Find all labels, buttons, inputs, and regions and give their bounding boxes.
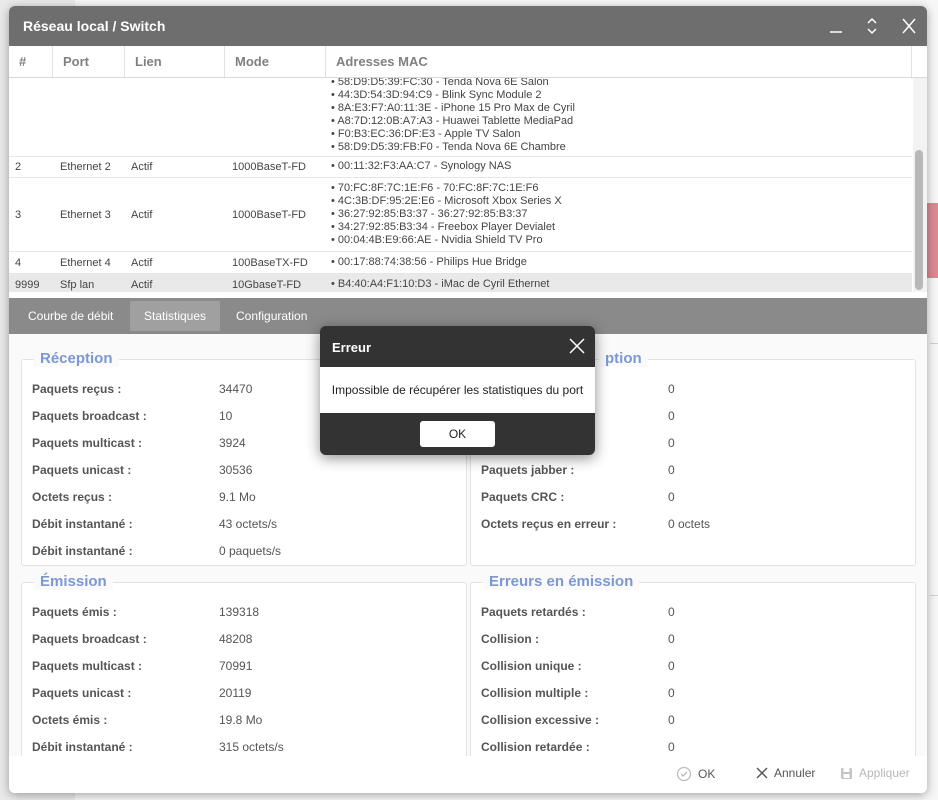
close-icon[interactable] — [569, 338, 585, 357]
close-icon — [756, 767, 768, 779]
table-row[interactable]: 4 Ethernet 4 Actif 100BaseTX-FD • 00:17:… — [9, 252, 912, 274]
error-dialog-title: Erreur — [332, 340, 372, 355]
cell-link: Actif — [131, 256, 153, 269]
table-header: # Port Lien Mode Adresses MAC — [9, 46, 927, 78]
cell-number: 4 — [15, 256, 22, 269]
cell-link: Actif — [131, 160, 153, 173]
stat-row: Collision :0 — [481, 632, 675, 646]
cell-number: 2 — [15, 160, 22, 173]
column-header-link[interactable]: Lien — [125, 46, 225, 77]
tab-configuration[interactable]: Configuration — [222, 301, 321, 331]
cell-port: Sfp lan — [60, 278, 95, 291]
emission-section: Émission Paquets émis :139318 Paquets br… — [21, 573, 467, 756]
cell-link: Actif — [131, 208, 153, 221]
save-icon — [841, 767, 852, 779]
column-header-port[interactable]: Port — [53, 46, 125, 77]
mac-entry: • 4C:3B:DF:95:2E:E6 - Microsoft Xbox Ser… — [331, 195, 562, 207]
emission-errors-title: Erreurs en émission — [483, 573, 640, 590]
mac-entry: • 70:FC:8F:7C:1E:F6 - 70:FC:8F:7C:1E:F6 — [331, 182, 539, 194]
apply-button[interactable]: Appliquer — [840, 766, 910, 780]
cancel-button-label: Annuler — [774, 766, 816, 780]
cell-mode: 1000BaseT-FD — [232, 160, 306, 173]
error-dialog-ok-button[interactable]: OK — [420, 421, 495, 447]
error-dialog-message: Impossible de récupérer les statistiques… — [320, 367, 595, 413]
cell-mode: 1000BaseT-FD — [232, 208, 306, 221]
emission-title: Émission — [34, 573, 113, 590]
background-accent — [926, 203, 938, 278]
stat-row: Collision excessive :0 — [481, 713, 675, 727]
background-divider — [930, 595, 938, 596]
mac-entry: • B4:40:A4:F1:10:D3 - iMac de Cyril Ethe… — [331, 278, 550, 290]
mac-entry: • 00:11:32:F3:AA:C7 - Synology NAS — [331, 160, 512, 172]
table-scrollbar-thumb[interactable] — [915, 150, 923, 290]
stat-row: Paquets retardés :0 — [481, 605, 675, 619]
stat-row: Paquets unicast :20119 — [32, 686, 252, 700]
mac-entry: • 58:D9:D5:39:FB:F0 - Tenda Nova 6E Cham… — [331, 141, 566, 153]
background-divider — [930, 343, 938, 344]
window-titlebar[interactable]: Réseau local / Switch — [9, 6, 927, 46]
check-circle-icon — [676, 766, 692, 782]
cell-link: Actif — [131, 278, 153, 291]
apply-button-label: Appliquer — [859, 766, 910, 780]
reception-title: Réception — [34, 350, 119, 367]
column-header-mode[interactable]: Mode — [225, 46, 326, 77]
mac-entry: • F0:B3:EC:36:DF:E3 - Apple TV Salon — [331, 128, 521, 140]
cell-port: Ethernet 3 — [60, 208, 111, 221]
tab-statistiques[interactable]: Statistiques — [130, 301, 221, 331]
mac-entry: • 00:04:4B:E9:66:AE - Nvidia Shield TV P… — [331, 234, 543, 246]
table-row-selected[interactable]: 9999 Sfp lan Actif 10GbaseT-FD • B4:40:A… — [9, 274, 912, 292]
tab-courbe-de-debit[interactable]: Courbe de débit — [14, 301, 127, 331]
stat-row: Octets reçus en erreur :0 octets — [481, 517, 711, 531]
close-icon[interactable] — [899, 16, 919, 36]
mac-entry: • 00:17:88:74:38:56 - Philips Hue Bridge — [331, 256, 527, 268]
table-row[interactable]: 2 Ethernet 2 Actif 1000BaseT-FD • 00:11:… — [9, 156, 912, 178]
stat-row: Paquets multicast :70991 — [32, 659, 253, 673]
window-footer: OK Annuler Appliquer — [9, 756, 927, 793]
ports-table-body: • 58:D9:D5:39:FC:30 - Tenda Nova 6E Salo… — [9, 78, 912, 292]
stat-row: Collision multiple :0 — [481, 686, 675, 700]
mac-entry: • 44:3D:54:3D:94:C9 - Blink Sync Module … — [331, 89, 542, 101]
stat-row: Octets reçus :9.1 Mo — [32, 490, 256, 504]
column-header-mac[interactable]: Adresses MAC — [326, 46, 912, 77]
mac-list: • 00:17:88:74:38:56 - Philips Hue Bridge — [331, 252, 527, 273]
mac-entry: • 58:D9:D5:39:FC:30 - Tenda Nova 6E Salo… — [331, 78, 549, 88]
ok-button[interactable]: OK — [676, 766, 715, 782]
mac-entry: • 36:27:92:85:B3:37 - 36:27:92:85:B3:37 — [331, 208, 528, 220]
cell-port: Ethernet 2 — [60, 160, 111, 173]
mac-list: • B4:40:A4:F1:10:D3 - iMac de Cyril Ethe… — [331, 274, 549, 292]
ok-button-label: OK — [698, 767, 716, 781]
cell-port: Ethernet 4 — [60, 256, 111, 269]
reception-errors-title: ption — [599, 350, 648, 367]
stat-row: Paquets jabber :0 — [481, 463, 675, 477]
stat-row: Débit instantané :0 paquets/s — [32, 544, 282, 558]
cell-mode: 10GbaseT-FD — [232, 278, 302, 291]
stat-row: Paquets CRC :0 — [481, 490, 675, 504]
minimize-icon[interactable] — [826, 16, 846, 36]
stat-row: Collision retardée :0 — [481, 740, 675, 754]
error-dialog: Erreur Impossible de récupérer les stati… — [320, 326, 595, 455]
stat-row: Paquets unicast :30536 — [32, 463, 253, 477]
table-row[interactable]: 3 Ethernet 3 Actif 1000BaseT-FD • 70:FC:… — [9, 178, 912, 252]
stat-row: Paquets émis :139318 — [32, 605, 260, 619]
stat-row: Collision unique :0 — [481, 659, 675, 673]
table-row[interactable]: • 58:D9:D5:39:FC:30 - Tenda Nova 6E Salo… — [9, 78, 912, 157]
stat-row: Débit instantané :315 octets/s — [32, 740, 284, 754]
window-title: Réseau local / Switch — [23, 18, 166, 34]
cancel-button[interactable]: Annuler — [756, 766, 815, 780]
mac-list: • 70:FC:8F:7C:1E:F6 - 70:FC:8F:7C:1E:F6 … — [331, 178, 562, 251]
mac-list: • 00:11:32:F3:AA:C7 - Synology NAS — [331, 156, 511, 177]
cell-number: 9999 — [15, 278, 40, 291]
mac-entry: • A8:7D:12:0B:A7:A3 - Huawei Tablette Me… — [331, 115, 574, 127]
stat-row: Paquets broadcast :48208 — [32, 632, 253, 646]
stat-row: Débit instantané :43 octets/s — [32, 517, 278, 531]
cell-mode: 100BaseTX-FD — [232, 256, 308, 269]
emission-errors-section: Erreurs en émission Paquets retardés :0 … — [470, 573, 916, 756]
mac-entry: • 34:27:92:85:B3:34 - Freebox Player Dev… — [331, 221, 555, 233]
cell-number: 3 — [15, 208, 22, 221]
stat-row: Octets émis :19.8 Mo — [32, 713, 263, 727]
expand-collapse-icon[interactable] — [862, 16, 882, 36]
mac-entry: • 8A:E3:F7:A0:11:3E - iPhone 15 Pro Max … — [331, 102, 575, 114]
mac-list: • 58:D9:D5:39:FC:30 - Tenda Nova 6E Salo… — [331, 78, 575, 156]
column-header-number[interactable]: # — [9, 46, 53, 77]
